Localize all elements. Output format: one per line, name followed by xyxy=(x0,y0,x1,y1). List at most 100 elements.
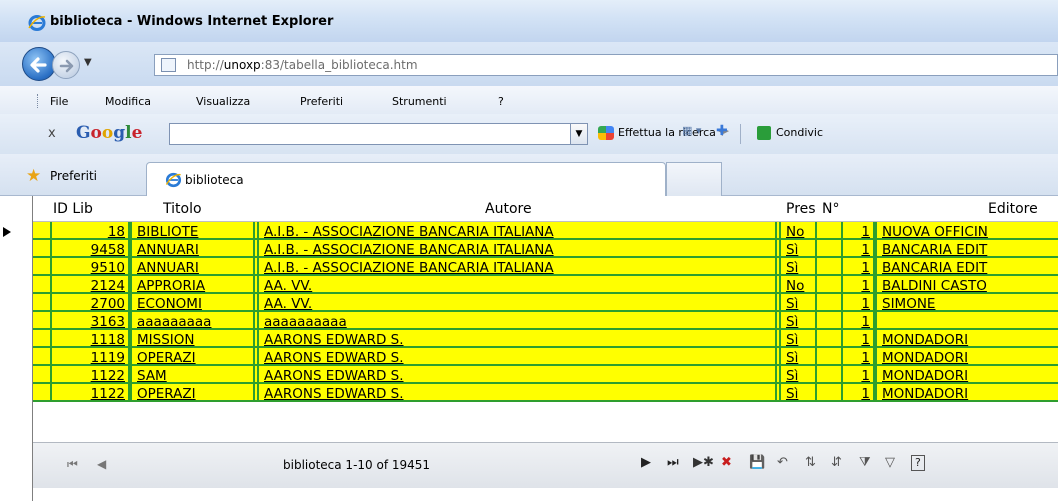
menu-preferiti[interactable]: Preferiti xyxy=(300,95,343,108)
last-record-icon[interactable]: ⏭ xyxy=(667,455,679,471)
table-row[interactable]: 2124 APPRORIA AA. VV. No 1 BALDINI CASTO xyxy=(33,276,1058,294)
cell-pres[interactable]: Sì xyxy=(779,312,817,328)
table-row[interactable]: 1118 MISSION AARONS EDWARD S. Sì 1 MONDADORI xyxy=(33,330,1058,348)
column-header-titolo[interactable]: Titolo xyxy=(163,196,263,222)
cell-n[interactable]: 1 xyxy=(841,258,875,274)
filter-by-selection-icon[interactable]: ⧩ xyxy=(859,455,871,471)
table-row[interactable]: 3163 aaaaaaaaa aaaaaaaaaa Sì 1 xyxy=(33,312,1058,330)
cell-pres[interactable]: No xyxy=(779,276,817,292)
cell-pres[interactable]: Sì xyxy=(779,258,817,274)
cell-titolo[interactable]: ANNUARI xyxy=(130,258,255,274)
table-row[interactable]: 1122 SAM AARONS EDWARD S. Sì 1 MONDADORI xyxy=(33,366,1058,384)
cell-id-lib[interactable]: 18 xyxy=(50,222,130,238)
cell-n[interactable]: 1 xyxy=(841,294,875,310)
cell-autore[interactable]: AARONS EDWARD S. xyxy=(257,366,777,382)
cell-pres[interactable]: Sì xyxy=(779,384,817,400)
menu-visualizza[interactable]: Visualizza xyxy=(196,95,250,108)
cell-editore[interactable]: MONDADORI xyxy=(875,384,1058,400)
cell-id-lib[interactable]: 1119 xyxy=(50,348,130,364)
google-search-input[interactable] xyxy=(169,123,571,145)
cell-autore[interactable]: AA. VV. xyxy=(257,294,777,310)
cell-pres[interactable]: No xyxy=(779,222,817,238)
new-record-icon[interactable]: ▶✱ xyxy=(693,455,714,471)
sort-ascending-icon[interactable]: ⇅ xyxy=(805,455,816,471)
new-tab-button[interactable] xyxy=(666,162,722,196)
cell-n[interactable]: 1 xyxy=(841,222,875,238)
cell-editore[interactable]: MONDADORI xyxy=(875,366,1058,382)
cell-autore[interactable]: A.I.B. - ASSOCIAZIONE BANCARIA ITALIANA xyxy=(257,258,777,274)
column-header-pres[interactable]: Pres xyxy=(786,196,823,222)
toggle-filter-icon[interactable]: ▽ xyxy=(885,455,895,471)
cell-autore[interactable]: AA. VV. xyxy=(257,276,777,292)
cell-editore[interactable]: BANCARIA EDIT xyxy=(875,258,1058,274)
cell-n[interactable]: 1 xyxy=(841,276,875,292)
forward-button[interactable] xyxy=(52,51,80,79)
column-header-autore[interactable]: Autore xyxy=(485,196,605,222)
favorites-star-icon[interactable]: ★ xyxy=(26,168,41,185)
previous-record-icon[interactable]: ◀ xyxy=(97,457,106,471)
cell-titolo[interactable]: ECONOMI xyxy=(130,294,255,310)
cell-titolo[interactable]: OPERAZI xyxy=(130,384,255,400)
cell-n[interactable]: 1 xyxy=(841,240,875,256)
cell-n[interactable]: 1 xyxy=(841,366,875,382)
menu-file[interactable]: File xyxy=(50,95,68,108)
cell-autore[interactable]: AARONS EDWARD S. xyxy=(257,330,777,346)
cell-autore[interactable]: aaaaaaaaaa xyxy=(257,312,777,328)
delete-record-icon[interactable]: ✖ xyxy=(721,455,732,471)
sort-descending-icon[interactable]: ⇵ xyxy=(831,455,842,471)
close-toolbar-icon[interactable]: x xyxy=(48,126,56,141)
cell-id-lib[interactable]: 9458 xyxy=(50,240,130,256)
cell-titolo[interactable]: BIBLIOTE xyxy=(130,222,255,238)
cell-titolo[interactable]: OPERAZI xyxy=(130,348,255,364)
cell-autore[interactable]: A.I.B. - ASSOCIAZIONE BANCARIA ITALIANA xyxy=(257,240,777,256)
tab-biblioteca[interactable]: biblioteca xyxy=(146,162,666,196)
google-search-button[interactable]: Effettua la ricerca ▾ xyxy=(598,126,725,140)
cell-titolo[interactable]: MISSION xyxy=(130,330,255,346)
back-button[interactable] xyxy=(22,47,56,81)
table-row[interactable]: 9458 ANNUARI A.I.B. - ASSOCIAZIONE BANCARI… xyxy=(33,240,1058,258)
table-row[interactable]: 1119 OPERAZI AARONS EDWARD S. Sì 1 MONDADORI xyxy=(33,348,1058,366)
cell-pres[interactable]: Sì xyxy=(779,294,817,310)
cell-autore[interactable]: A.I.B. - ASSOCIAZIONE BANCARIA ITALIANA xyxy=(257,222,777,238)
column-header-n[interactable]: N° xyxy=(822,196,862,222)
column-header-editore[interactable]: Editore xyxy=(988,196,1058,222)
table-row[interactable]: 1122 OPERAZI AARONS EDWARD S. Sì 1 MONDADORI xyxy=(33,384,1058,402)
cell-editore[interactable]: NUOVA OFFICIN xyxy=(875,222,1058,238)
menu-strumenti[interactable]: Strumenti xyxy=(392,95,447,108)
cell-editore[interactable] xyxy=(875,312,1058,328)
table-row[interactable]: 18 BIBLIOTE A.I.B. - ASSOCIAZIONE BANCARIA… xyxy=(33,222,1058,240)
cell-editore[interactable]: BALDINI CASTO xyxy=(875,276,1058,292)
cell-id-lib[interactable]: 1122 xyxy=(50,366,130,382)
cell-id-lib[interactable]: 3163 xyxy=(50,312,130,328)
cell-pres[interactable]: Sì xyxy=(779,240,817,256)
next-record-icon[interactable]: ▶ xyxy=(641,455,651,471)
cell-editore[interactable]: MONDADORI xyxy=(875,348,1058,364)
menu-modifica[interactable]: Modifica xyxy=(105,95,151,108)
google-search-dropdown-icon[interactable]: ▼ xyxy=(570,123,588,145)
first-record-icon[interactable]: ⏮ xyxy=(67,457,78,472)
cell-id-lib[interactable]: 1118 xyxy=(50,330,130,346)
cell-titolo[interactable]: APPRORIA xyxy=(130,276,255,292)
cell-pres[interactable]: Sì xyxy=(779,348,817,364)
table-row[interactable]: 2700 ECONOMI AA. VV. Sì 1 SIMONE xyxy=(33,294,1058,312)
cell-titolo[interactable]: aaaaaaaaa xyxy=(130,312,255,328)
cell-id-lib[interactable]: 9510 xyxy=(50,258,130,274)
table-row[interactable]: 9510 ANNUARI A.I.B. - ASSOCIAZIONE BANCARI… xyxy=(33,258,1058,276)
share-button[interactable]: Condivic xyxy=(757,126,823,140)
cell-n[interactable]: 1 xyxy=(841,330,875,346)
help-icon[interactable]: ? xyxy=(911,455,925,471)
cell-n[interactable]: 1 xyxy=(841,348,875,364)
menu-help[interactable]: ? xyxy=(498,95,504,108)
cell-n[interactable]: 1 xyxy=(841,384,875,400)
column-header-id-lib[interactable]: ID Lib xyxy=(53,196,133,222)
cell-id-lib[interactable]: 1122 xyxy=(50,384,130,400)
address-field[interactable]: http://unoxp:83/tabella_biblioteca.htm xyxy=(154,54,1058,76)
favorites-button[interactable]: Preferiti xyxy=(50,169,97,183)
cell-autore[interactable]: AARONS EDWARD S. xyxy=(257,348,777,364)
cell-autore[interactable]: AARONS EDWARD S. xyxy=(257,384,777,400)
add-plus-icon[interactable]: ✚ xyxy=(716,123,728,139)
cell-pres[interactable]: Sì xyxy=(779,366,817,382)
recent-pages-dropdown-icon[interactable]: ▼ xyxy=(84,57,92,68)
cell-n[interactable]: 1 xyxy=(841,312,875,328)
cell-editore[interactable]: MONDADORI xyxy=(875,330,1058,346)
